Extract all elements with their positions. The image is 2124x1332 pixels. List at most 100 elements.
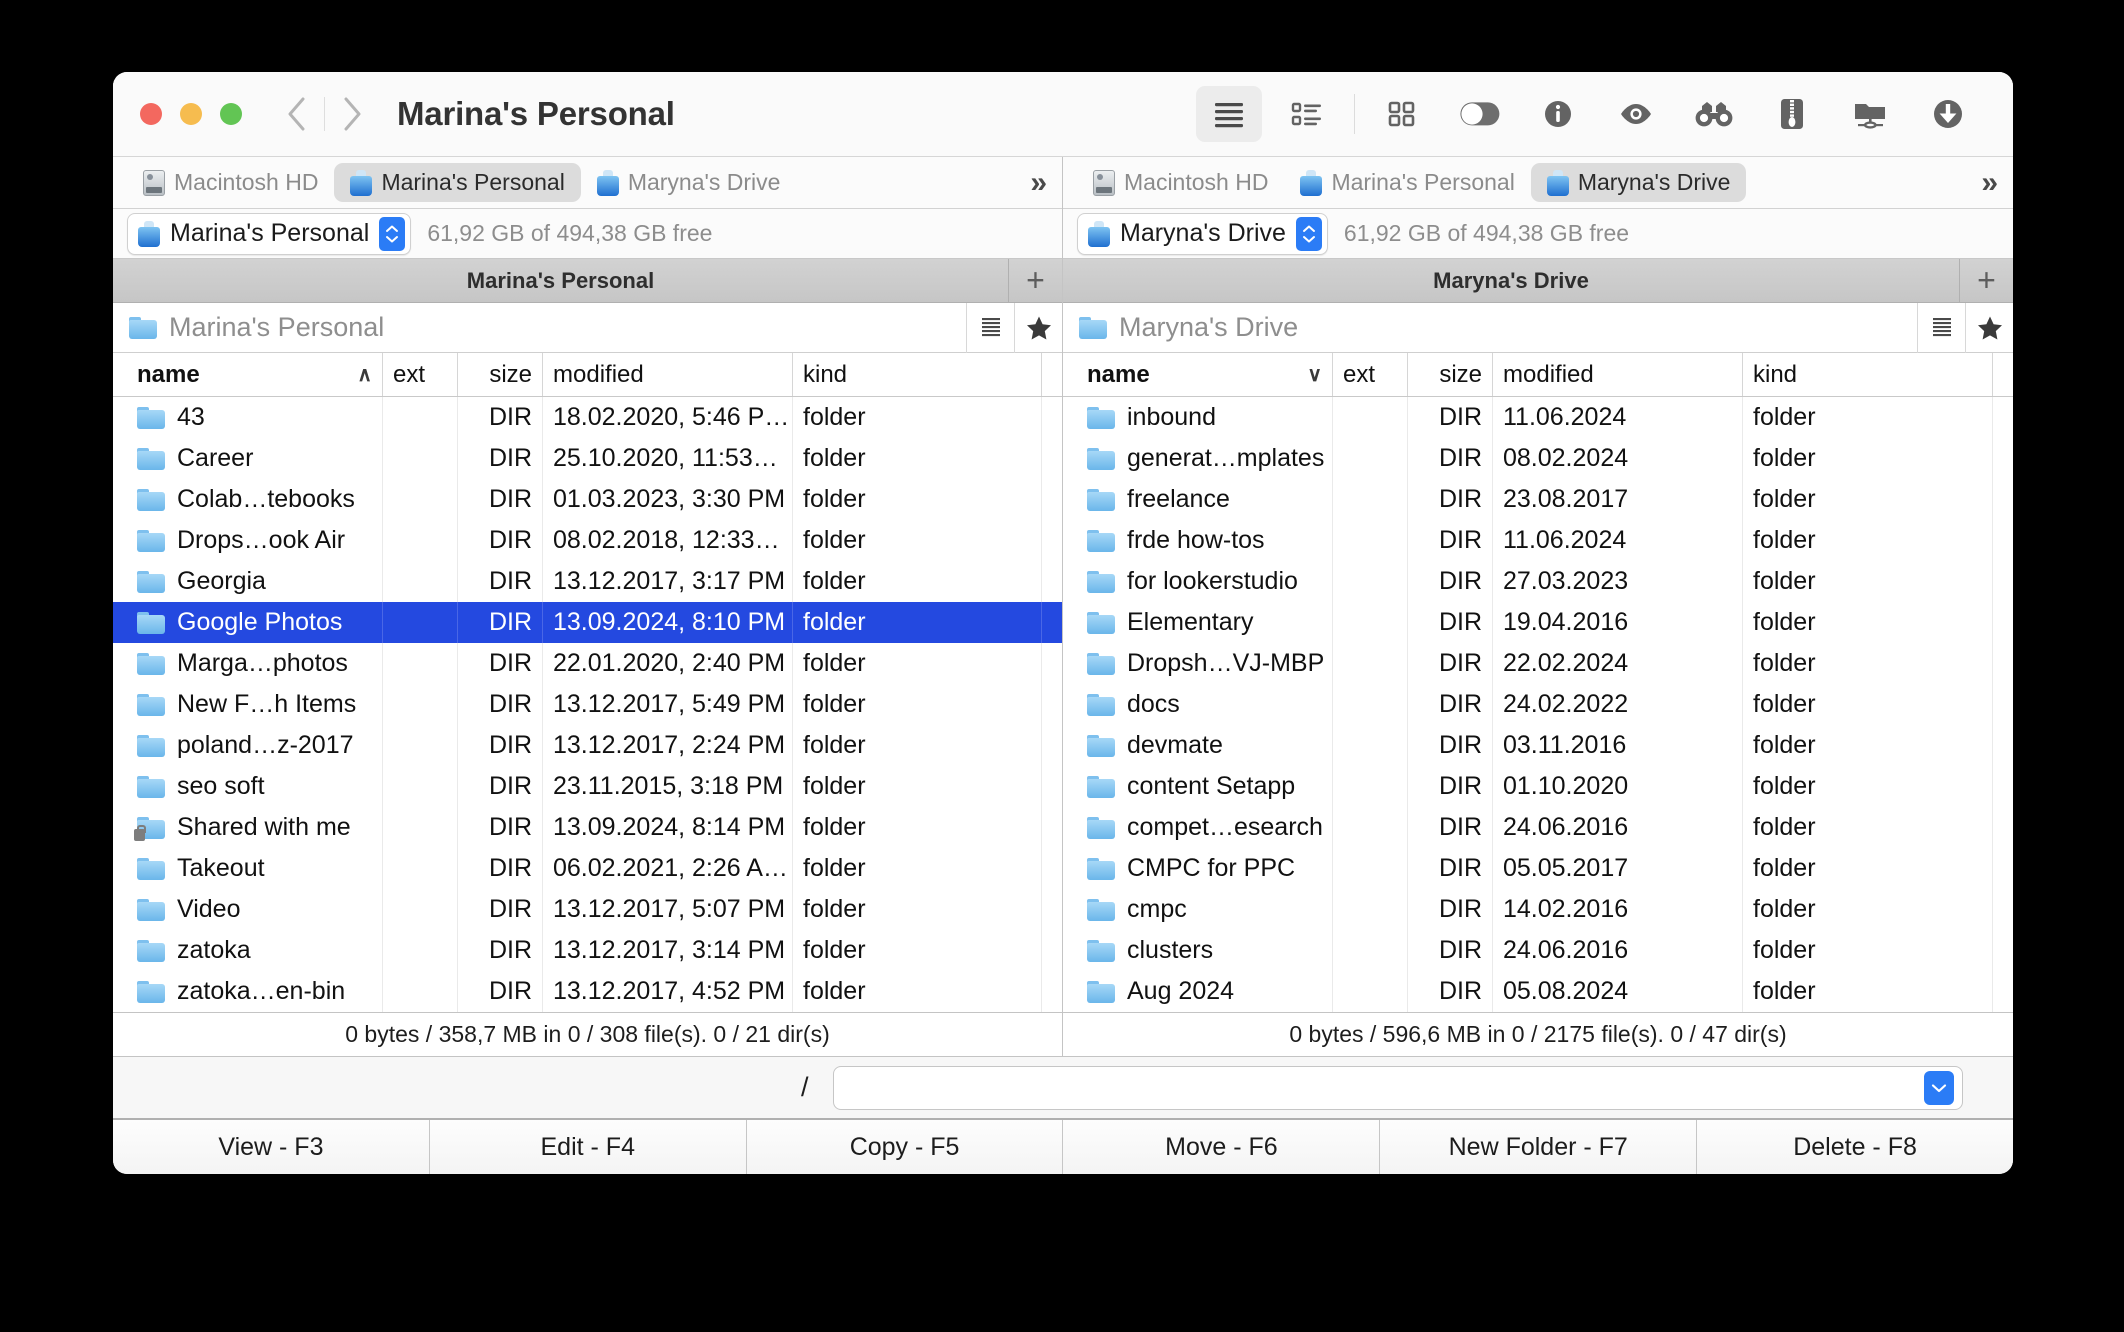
download-icon[interactable]: [1915, 86, 1981, 142]
table-row[interactable]: docs DIR 24.02.2022 folder: [1063, 684, 2013, 725]
grid-view-icon[interactable]: [1369, 86, 1435, 142]
detail-view-icon[interactable]: [1274, 86, 1340, 142]
table-row[interactable]: content Setapp DIR 01.10.2020 folder: [1063, 766, 2013, 807]
zoom-window-button[interactable]: [220, 103, 242, 125]
table-row[interactable]: devmate DIR 03.11.2016 folder: [1063, 725, 2013, 766]
table-row[interactable]: inbound DIR 11.06.2024 folder: [1063, 397, 2013, 438]
list-view-icon[interactable]: [1196, 86, 1262, 142]
delete-f8-button[interactable]: Delete - F8: [1697, 1120, 2013, 1174]
file-kind-cell: folder: [793, 725, 1042, 766]
tab-overflow-button[interactable]: »: [1971, 166, 2005, 200]
file-size-cell: DIR: [1408, 930, 1493, 971]
tab-marynas-drive[interactable]: Maryna's Drive: [1530, 163, 1747, 202]
forward-button[interactable]: [329, 91, 375, 137]
add-tab-button[interactable]: +: [1008, 258, 1062, 303]
file-name: freelance: [1127, 485, 1230, 513]
edit-f4-button[interactable]: Edit - F4: [429, 1120, 747, 1174]
table-row[interactable]: Video DIR 13.12.2017, 5:07 PM folder: [113, 889, 1062, 930]
file-name-cell: CMPC for PPC: [1063, 848, 1333, 889]
table-row[interactable]: Career DIR 25.10.2020, 11:53… folder: [113, 438, 1062, 479]
column-header-ext[interactable]: ext: [383, 353, 458, 396]
page-title: Marina's Personal: [397, 95, 675, 132]
column-header-modified[interactable]: modified: [543, 353, 793, 396]
favorite-star-icon[interactable]: [1014, 302, 1062, 353]
table-row[interactable]: freelance DIR 23.08.2017 folder: [1063, 479, 2013, 520]
network-folder-icon[interactable]: [1837, 86, 1903, 142]
column-header-size[interactable]: size: [458, 353, 543, 396]
column-header-ext[interactable]: ext: [1333, 353, 1408, 396]
tab-label: Macintosh HD: [1124, 169, 1269, 195]
minimize-window-button[interactable]: [180, 103, 202, 125]
file-size-cell: DIR: [458, 561, 543, 602]
file-name-cell: seo soft: [113, 766, 383, 807]
table-row[interactable]: Google Photos DIR 13.09.2024, 8:10 PM folde…: [113, 602, 1062, 643]
table-row[interactable]: Dropsh…VJ-MBP DIR 22.02.2024 folder: [1063, 643, 2013, 684]
table-row[interactable]: 43 DIR 18.02.2020, 5:46 P… folder: [113, 397, 1062, 438]
column-header-name[interactable]: name ∨: [1063, 353, 1333, 396]
table-row[interactable]: clusters DIR 24.06.2016 folder: [1063, 930, 2013, 971]
table-row[interactable]: Aug 2024 DIR 05.08.2024 folder: [1063, 971, 2013, 1012]
column-header-name[interactable]: name ∧: [113, 353, 383, 396]
table-row[interactable]: Shared with me DIR 13.09.2024, 8:14 PM fold…: [113, 807, 1062, 848]
tab-macintosh-hd[interactable]: Macintosh HD: [1077, 163, 1284, 202]
table-row[interactable]: zatoka DIR 13.12.2017, 3:14 PM folder: [113, 930, 1062, 971]
eye-icon[interactable]: [1603, 86, 1669, 142]
folder-icon: [137, 488, 165, 511]
column-header-kind[interactable]: kind: [793, 353, 1042, 396]
drive-selector[interactable]: Maryna's Drive: [1077, 212, 1328, 255]
column-header-kind[interactable]: kind: [1743, 353, 1993, 396]
file-size-cell: DIR: [1408, 971, 1493, 1012]
table-row[interactable]: cmpc DIR 14.02.2016 folder: [1063, 889, 2013, 930]
table-row[interactable]: compet…esearch DIR 24.06.2016 folder: [1063, 807, 2013, 848]
file-row-end: [1993, 889, 2013, 930]
new-folder-f7-button[interactable]: New Folder - F7: [1380, 1120, 1698, 1174]
table-row[interactable]: seo soft DIR 23.11.2015, 3:18 PM folder: [113, 766, 1062, 807]
tab-macintosh-hd[interactable]: Macintosh HD: [127, 163, 334, 202]
add-tab-button[interactable]: +: [1959, 258, 2013, 303]
right-file-list[interactable]: inbound DIR 11.06.2024 folder generat…mplate…: [1063, 397, 2013, 1012]
list-options-icon[interactable]: [966, 302, 1014, 353]
chevron-down-icon[interactable]: [1924, 1070, 1954, 1105]
table-row[interactable]: generat…mplates DIR 08.02.2024 folder: [1063, 438, 2013, 479]
favorite-star-icon[interactable]: [1965, 302, 2013, 353]
file-modified-cell: 11.06.2024: [1493, 520, 1743, 561]
archive-zip-icon[interactable]: [1759, 86, 1825, 142]
table-row[interactable]: for lookerstudio DIR 27.03.2023 folder: [1063, 561, 2013, 602]
table-row[interactable]: Georgia DIR 13.12.2017, 3:17 PM folder: [113, 561, 1062, 602]
table-row[interactable]: Takeout DIR 06.02.2021, 2:26 A… folder: [113, 848, 1062, 889]
table-row[interactable]: Drops…ook Air DIR 08.02.2018, 12:33… folder: [113, 520, 1062, 561]
command-input-wrapper[interactable]: [833, 1065, 1963, 1110]
table-row[interactable]: New F…h Items DIR 13.12.2017, 5:49 PM folde…: [113, 684, 1062, 725]
table-row[interactable]: Colab…tebooks DIR 01.03.2023, 3:30 PM folde…: [113, 479, 1062, 520]
table-row[interactable]: zatoka…en-bin DIR 13.12.2017, 4:52 PM folde…: [113, 971, 1062, 1012]
close-window-button[interactable]: [140, 103, 162, 125]
table-row[interactable]: Marga…photos DIR 22.01.2020, 2:40 PM folder: [113, 643, 1062, 684]
file-size-cell: DIR: [458, 848, 543, 889]
tab-marinas-personal[interactable]: Marina's Personal: [334, 163, 581, 202]
command-input[interactable]: [848, 1073, 1924, 1102]
column-header-size[interactable]: size: [1408, 353, 1493, 396]
view-f3-button[interactable]: View - F3: [113, 1120, 430, 1174]
table-row[interactable]: CMPC for PPC DIR 05.05.2017 folder: [1063, 848, 2013, 889]
tab-marinas-personal[interactable]: Marina's Personal: [1284, 163, 1530, 202]
table-row[interactable]: frde how-tos DIR 11.06.2024 folder: [1063, 520, 2013, 561]
stepper-icon[interactable]: [1295, 216, 1322, 251]
table-row[interactable]: Elementary DIR 19.04.2016 folder: [1063, 602, 2013, 643]
list-options-icon[interactable]: [1917, 302, 1965, 353]
title-bar: Marina's Personal: [113, 72, 2013, 156]
toggle-icon[interactable]: [1447, 86, 1513, 142]
tab-overflow-button[interactable]: »: [1020, 166, 1054, 200]
move-f6-button[interactable]: Move - F6: [1063, 1120, 1381, 1174]
binoculars-icon[interactable]: [1681, 86, 1747, 142]
left-file-list[interactable]: 43 DIR 18.02.2020, 5:46 P… folder Career DIR 2…: [113, 397, 1062, 1012]
tab-marynas-drive[interactable]: Maryna's Drive: [581, 163, 797, 202]
file-name-cell: compet…esearch: [1063, 807, 1333, 848]
file-kind-cell: folder: [793, 971, 1042, 1012]
table-row[interactable]: poland…z-2017 DIR 13.12.2017, 2:24 PM folde…: [113, 725, 1062, 766]
column-header-modified[interactable]: modified: [1493, 353, 1743, 396]
copy-f5-button[interactable]: Copy - F5: [746, 1120, 1064, 1174]
stepper-icon[interactable]: [379, 216, 406, 251]
drive-selector[interactable]: Marina's Personal: [127, 212, 412, 255]
back-button[interactable]: [274, 91, 320, 137]
info-icon[interactable]: [1525, 86, 1591, 142]
